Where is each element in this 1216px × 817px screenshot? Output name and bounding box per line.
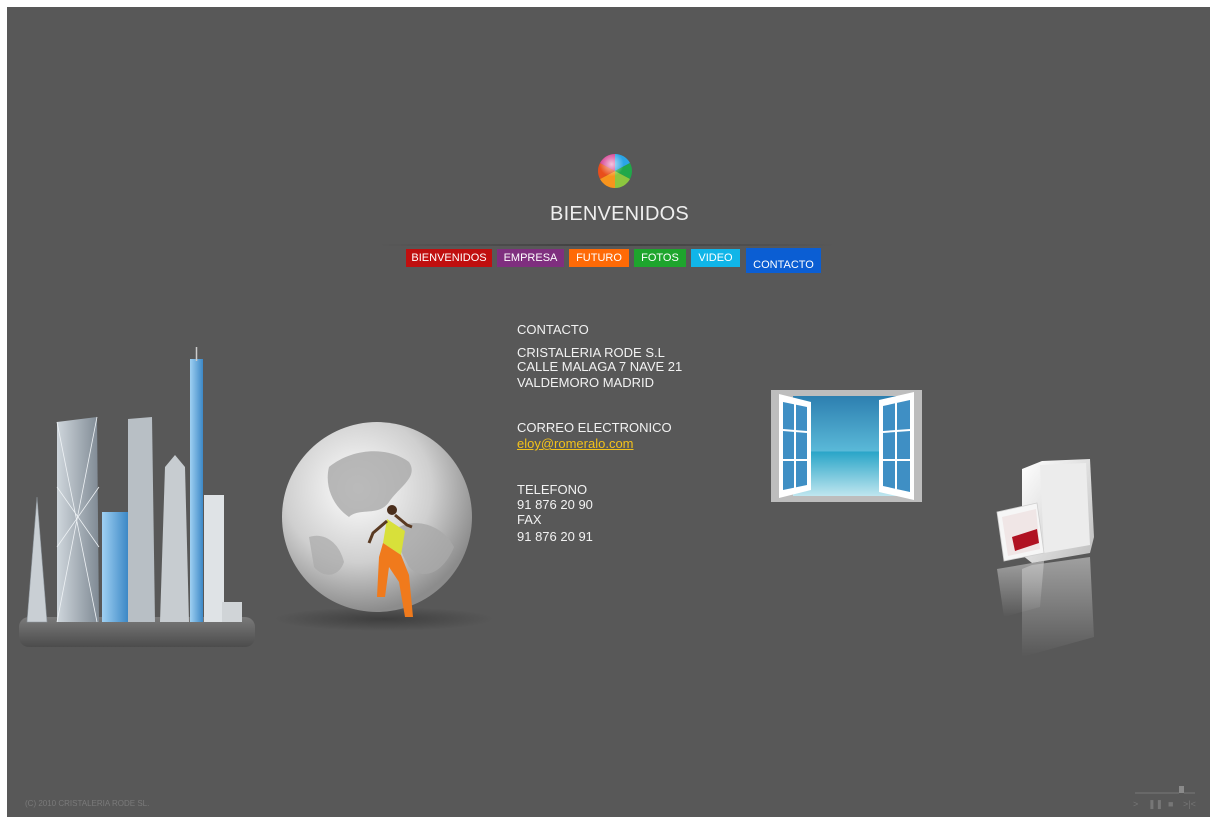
color-wheel-logo-icon [598,154,632,188]
media-player-controls: > ❚❚ ■ >|< [1133,783,1203,813]
company-city: VALDEMORO MADRID [517,375,654,390]
nav-divider [377,244,837,246]
play-icon[interactable]: > [1133,799,1138,809]
volume-icon[interactable] [1133,783,1203,795]
open-window-beach-image [771,390,922,502]
stop-icon[interactable]: ■ [1168,799,1173,809]
nav-futuro[interactable]: FUTURO [569,249,629,267]
nav-fotos[interactable]: FOTOS [634,249,686,267]
company-name: CRISTALERIA RODE S.L [517,345,665,360]
phone-number: 91 876 20 90 [517,497,593,512]
contact-heading: CONTACTO [517,322,589,337]
page-title: BIENVENIDOS [550,203,689,225]
fax-heading: FAX [517,512,542,527]
nav-bienvenidos[interactable]: BIENVENIDOS [406,249,492,267]
page-stage: BIENVENIDOS BIENVENIDOS EMPRESA FUTURO F… [7,7,1210,817]
folder-with-documents-icon [996,459,1094,657]
fax-number: 91 876 20 91 [517,529,593,544]
phone-heading: TELEFONO [517,482,588,497]
copyright-text: (C) 2010 CRISTALERIA RODE SL. [25,799,150,808]
globe-with-person-image [274,422,494,631]
nav-empresa[interactable]: EMPRESA [497,249,564,267]
company-street: CALLE MALAGA 7 NAVE 21 [517,359,683,374]
nav-contacto[interactable]: CONTACTO [746,248,821,273]
skyscrapers-image [19,347,255,647]
nav-video[interactable]: VIDEO [691,249,740,267]
pause-icon[interactable]: ❚❚ [1148,799,1163,810]
email-link[interactable]: eloy@romeralo.com [517,437,634,451]
email-heading: CORREO ELECTRONICO [517,420,672,435]
next-icon[interactable]: >|< [1183,799,1196,809]
